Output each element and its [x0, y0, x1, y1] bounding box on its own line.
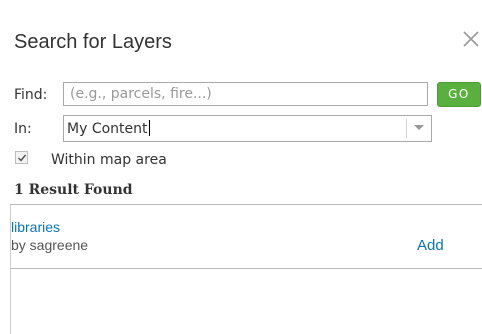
within-map-area-checkbox[interactable] — [15, 151, 28, 164]
chevron-down-icon[interactable] — [413, 122, 425, 134]
search-layers-dialog: Search for Layers Find: GO In: My Conten… — [0, 0, 482, 334]
close-icon[interactable] — [461, 29, 481, 49]
find-input[interactable] — [63, 82, 428, 106]
select-divider — [406, 119, 407, 138]
search-scope-value: My Content — [67, 121, 148, 137]
go-button[interactable]: GO — [437, 82, 481, 107]
within-map-area-label: Within map area — [51, 152, 167, 168]
results-list: libraries by sagreene Add — [10, 204, 482, 334]
results-count: 1 Result Found — [14, 182, 133, 198]
result-title-link[interactable]: libraries — [11, 219, 60, 235]
search-scope-select[interactable]: My Content — [63, 115, 432, 142]
find-label: Find: — [14, 87, 48, 103]
result-owner: by sagreene — [11, 237, 89, 253]
in-label: In: — [14, 121, 32, 137]
dialog-title: Search for Layers — [14, 31, 172, 53]
list-item: libraries by sagreene Add — [11, 205, 482, 269]
add-layer-link[interactable]: Add — [417, 238, 444, 254]
